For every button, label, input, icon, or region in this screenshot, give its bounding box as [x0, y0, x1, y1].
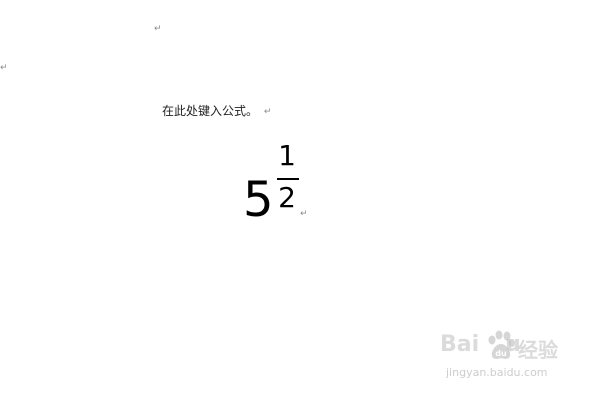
- paragraph-mark: ↵: [0, 63, 8, 73]
- fraction-bar: [277, 178, 299, 180]
- paragraph-mark: ↵: [300, 209, 308, 219]
- paragraph-mark: ↵: [263, 107, 272, 117]
- fraction-numerator: 1: [278, 139, 296, 172]
- paragraph-mark: ↵: [154, 24, 162, 34]
- equation-placeholder-text: 在此处键入公式。: [162, 104, 259, 118]
- watermark-url-text: jingyan.baidu.com: [446, 366, 548, 379]
- equation-base: 5: [243, 172, 274, 228]
- fraction-denominator: 2: [278, 181, 296, 214]
- baidu-jingyan-watermark: Baiu du 经验 jingyan.baidu.com: [440, 330, 570, 386]
- document-page: ↵ ↵ 在此处键入公式。 ↵ 5 1 2 ↵ Baiu du 经验 jingya…: [0, 0, 600, 400]
- equation-object[interactable]: 5 1 2: [243, 138, 303, 228]
- equation-placeholder-line[interactable]: 在此处键入公式。 ↵: [162, 103, 272, 119]
- watermark-brand-text: 经验: [518, 338, 558, 362]
- equation-exponent-fraction: 1 2: [275, 140, 299, 220]
- svg-text:du: du: [495, 349, 507, 358]
- baidu-paw-icon: du: [488, 330, 515, 359]
